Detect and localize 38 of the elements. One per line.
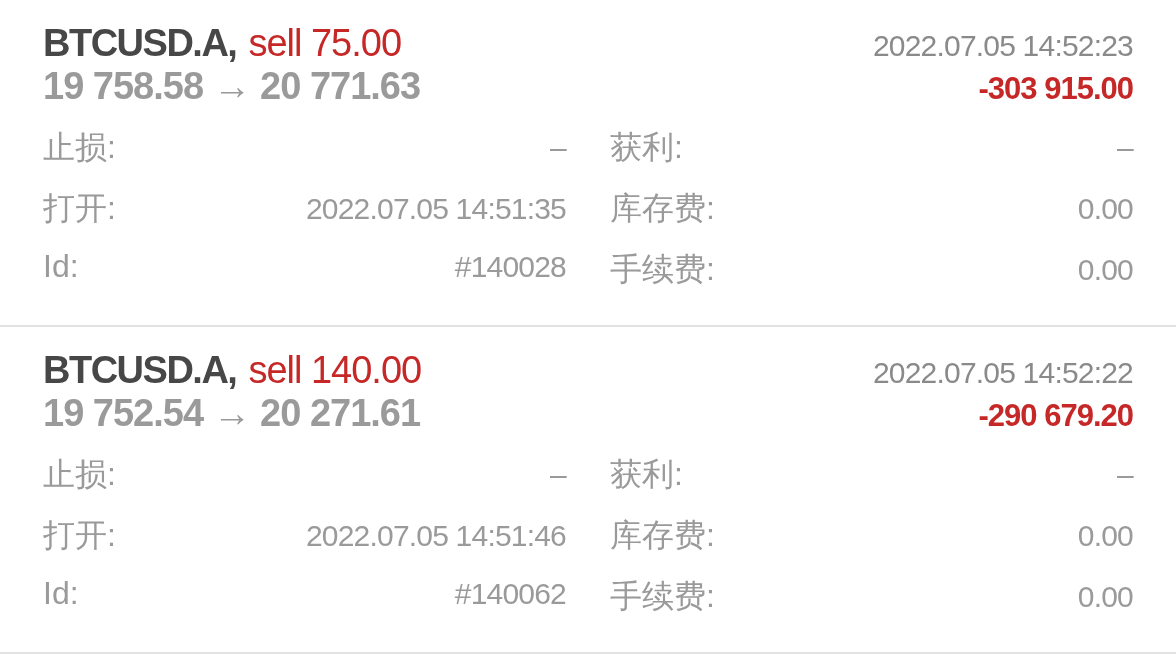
- field-value: –: [1117, 458, 1133, 492]
- close-price: 20 771.63: [260, 65, 421, 108]
- close-price: 20 271.61: [260, 392, 421, 435]
- profit-value: -303 915.00: [978, 71, 1133, 107]
- open-price: 19 752.54: [43, 392, 204, 435]
- field-value: 2022.07.05 14:51:35: [305, 192, 566, 226]
- field-value: –: [1117, 131, 1133, 165]
- arrow-text: →: [213, 65, 251, 108]
- field-label: Id:: [43, 575, 79, 612]
- field-label: 库存费:: [610, 189, 715, 228]
- field-label: 库存费:: [610, 516, 715, 555]
- symbol-text: BTCUSD.A,: [43, 349, 237, 392]
- field-label: 获利:: [610, 128, 683, 167]
- field-label: 止损:: [43, 455, 116, 494]
- arrow-text: →: [213, 392, 251, 435]
- field-value: 0.00: [1077, 192, 1133, 226]
- field-label: 止损:: [43, 128, 116, 167]
- field-label: 手续费:: [610, 250, 715, 289]
- close-time: 2022.07.05 14:52:22: [872, 356, 1133, 390]
- field-value: 0.00: [1077, 580, 1133, 614]
- close-time: 2022.07.05 14:52:23: [872, 29, 1133, 63]
- field-value: #140028: [454, 250, 566, 284]
- field-value: –: [550, 458, 566, 492]
- open-price: 19 758.58: [43, 65, 204, 108]
- order-text: sell 140.00: [248, 349, 422, 392]
- field-value: 0.00: [1077, 253, 1133, 287]
- field-label: 打开:: [43, 189, 116, 228]
- field-label: Id:: [43, 248, 79, 285]
- field-value: 0.00: [1077, 519, 1133, 553]
- profit-value: -290 679.20: [978, 398, 1133, 434]
- field-value: 2022.07.05 14:51:46: [305, 519, 566, 553]
- field-label: 手续费:: [610, 577, 715, 616]
- field-label: 打开:: [43, 516, 116, 555]
- symbol-text: BTCUSD.A,: [43, 22, 237, 65]
- field-label: 获利:: [610, 455, 683, 494]
- field-value: #140062: [454, 577, 566, 611]
- field-value: –: [550, 131, 566, 165]
- order-text: sell 75.00: [248, 22, 402, 65]
